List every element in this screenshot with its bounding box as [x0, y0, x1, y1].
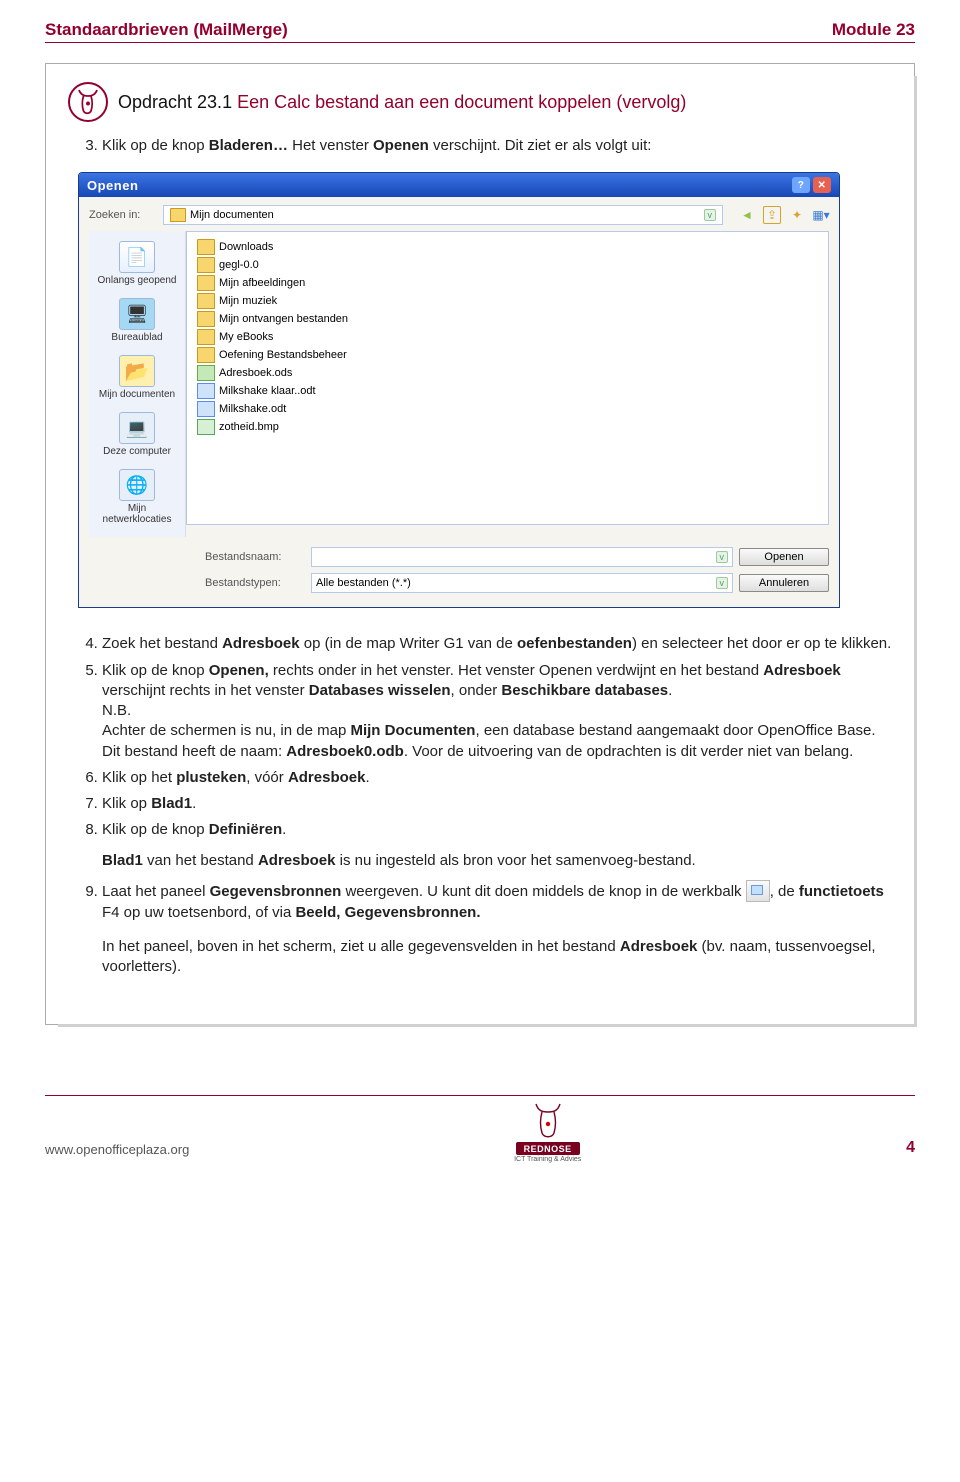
chevron-down-icon[interactable]: v	[716, 577, 729, 589]
place-computer[interactable]: 💻 Deze computer	[91, 408, 183, 463]
header-left: Standaardbrieven (MailMerge)	[45, 20, 288, 40]
step-6: Klik op het plusteken, vóór Adresboek.	[102, 768, 892, 788]
filename-input[interactable]: v	[311, 547, 733, 567]
list-item[interactable]: Mijn ontvangen bestanden	[197, 310, 818, 328]
folder-icon	[197, 311, 215, 327]
help-icon[interactable]: ?	[792, 177, 810, 193]
step-3: Klik op de knop Bladeren… Het venster Op…	[102, 136, 892, 156]
step-list: Klik op de knop Bladeren… Het venster Op…	[68, 136, 892, 156]
place-network[interactable]: 🌐 Mijn netwerklocaties	[91, 465, 183, 531]
filetype-dropdown[interactable]: Alle bestanden (*.*) v	[311, 573, 733, 593]
file-list[interactable]: Downloads gegl-0.0 Mijn afbeeldingen Mij…	[186, 231, 829, 525]
close-icon[interactable]: ✕	[813, 177, 831, 193]
place-recent[interactable]: 📄 Onlangs geopend	[91, 237, 183, 292]
back-icon[interactable]: ◄	[739, 207, 755, 223]
exercise-heading: Opdracht 23.1 Een Calc bestand aan een d…	[68, 82, 892, 122]
image-icon	[197, 419, 215, 435]
place-desktop[interactable]: 🖥 Bureaublad	[91, 294, 183, 349]
step-list-cont: Zoek het bestand Adresboek op (in de map…	[68, 634, 892, 977]
step-9: Laat het paneel Gegevensbronnen weergeve…	[102, 881, 892, 978]
desktop-icon: 🖥	[119, 298, 155, 330]
computer-icon: 💻	[119, 412, 155, 444]
chevron-down-icon[interactable]: v	[716, 551, 729, 563]
rednose-logo: REDNOSE ICT Training & Advies	[514, 1100, 581, 1163]
header-right: Module 23	[832, 20, 915, 40]
deer-logo-icon	[528, 1100, 568, 1142]
filename-label: Bestandsnaam:	[205, 551, 305, 563]
open-button[interactable]: Openen	[739, 548, 829, 566]
list-item[interactable]: Milkshake klaar..odt	[197, 382, 818, 400]
step-4: Zoek het bestand Adresboek op (in de map…	[102, 634, 892, 654]
list-item[interactable]: gegl-0.0	[197, 256, 818, 274]
deer-circle-icon	[68, 82, 108, 122]
spreadsheet-icon	[197, 365, 215, 381]
recent-icon: 📄	[119, 241, 155, 273]
filetype-label: Bestandstypen:	[205, 577, 305, 589]
exercise-card: Opdracht 23.1 Een Calc bestand aan een d…	[45, 63, 915, 1025]
page-number: 4	[906, 1139, 915, 1157]
lookin-label: Zoeken in:	[89, 209, 153, 221]
textdoc-icon	[197, 383, 215, 399]
folder-icon	[197, 239, 215, 255]
footer-url: www.openofficeplaza.org	[45, 1142, 189, 1157]
list-item[interactable]: zotheid.bmp	[197, 418, 818, 436]
open-file-dialog: Openen ? ✕ Zoeken in: Mijn documenten v …	[78, 172, 840, 608]
page-header: Standaardbrieven (MailMerge) Module 23	[45, 20, 915, 43]
step-5: Klik op de knop Openen, rechts onder in …	[102, 661, 892, 762]
exercise-title: Opdracht 23.1 Een Calc bestand aan een d…	[118, 92, 686, 113]
datasources-toolbar-icon	[746, 880, 770, 902]
folder-icon	[197, 257, 215, 273]
list-item[interactable]: Downloads	[197, 238, 818, 256]
list-item[interactable]: Milkshake.odt	[197, 400, 818, 418]
folder-icon	[170, 208, 186, 222]
step-7: Klik op Blad1.	[102, 794, 892, 814]
mydocs-icon	[119, 355, 155, 387]
page-footer: www.openofficeplaza.org REDNOSE ICT Trai…	[45, 1096, 915, 1183]
list-item[interactable]: My eBooks	[197, 328, 818, 346]
new-folder-icon[interactable]: ✦	[789, 207, 805, 223]
logo-subtext: ICT Training & Advies	[514, 1156, 581, 1163]
place-mydocs[interactable]: Mijn documenten	[91, 351, 183, 406]
dialog-title-text: Openen	[87, 178, 138, 193]
folder-icon	[197, 347, 215, 363]
logo-text: REDNOSE	[516, 1142, 580, 1155]
cancel-button[interactable]: Annuleren	[739, 574, 829, 592]
up-folder-icon[interactable]: ⇪	[763, 206, 781, 224]
list-item[interactable]: Adresboek.ods	[197, 364, 818, 382]
list-item[interactable]: Oefening Bestandsbeheer	[197, 346, 818, 364]
lookin-dropdown[interactable]: Mijn documenten v	[163, 205, 723, 225]
folder-icon	[197, 293, 215, 309]
folder-icon	[197, 275, 215, 291]
textdoc-icon	[197, 401, 215, 417]
dialog-titlebar: Openen ? ✕	[79, 173, 839, 197]
chevron-down-icon[interactable]: v	[704, 209, 717, 221]
views-menu-icon[interactable]: ▦▾	[813, 207, 829, 223]
list-item[interactable]: Mijn muziek	[197, 292, 818, 310]
network-icon: 🌐	[119, 469, 155, 501]
places-bar: 📄 Onlangs geopend 🖥 Bureaublad Mijn docu…	[89, 231, 186, 537]
list-item[interactable]: Mijn afbeeldingen	[197, 274, 818, 292]
folder-icon	[197, 329, 215, 345]
step-8: Klik op de knop Definiëren. Blad1 van he…	[102, 820, 892, 871]
